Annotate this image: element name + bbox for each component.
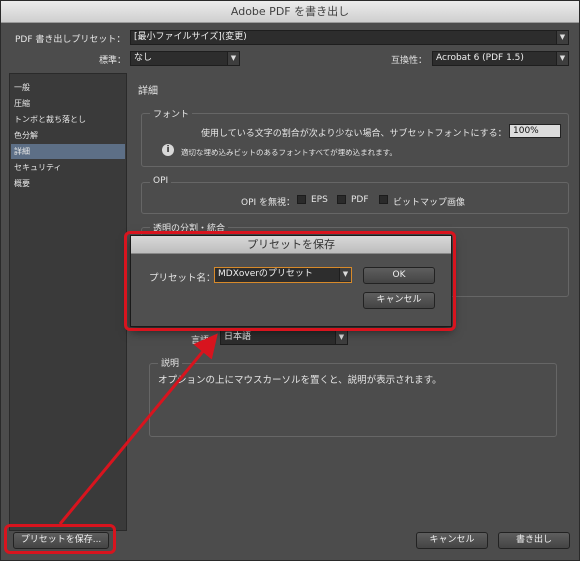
annotation-arrow bbox=[58, 333, 218, 525]
